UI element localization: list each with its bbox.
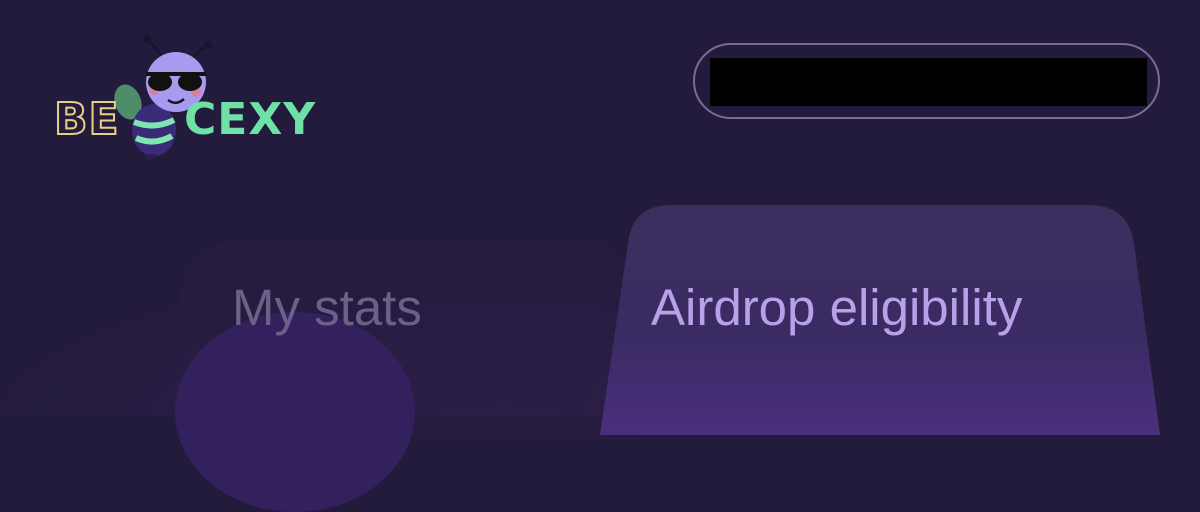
- tab-my-stats[interactable]: My stats: [232, 278, 422, 338]
- tab-airdrop-eligibility[interactable]: Airdrop eligibility: [651, 278, 1022, 338]
- decorative-blob: [175, 312, 415, 512]
- logo-text-cexy: CEXY: [184, 94, 317, 145]
- logo-text-be: BE: [53, 94, 120, 145]
- wallet-address-redacted: [710, 58, 1147, 106]
- wallet-address-button[interactable]: [693, 43, 1160, 119]
- brand-logo[interactable]: BE CEXY: [48, 30, 338, 160]
